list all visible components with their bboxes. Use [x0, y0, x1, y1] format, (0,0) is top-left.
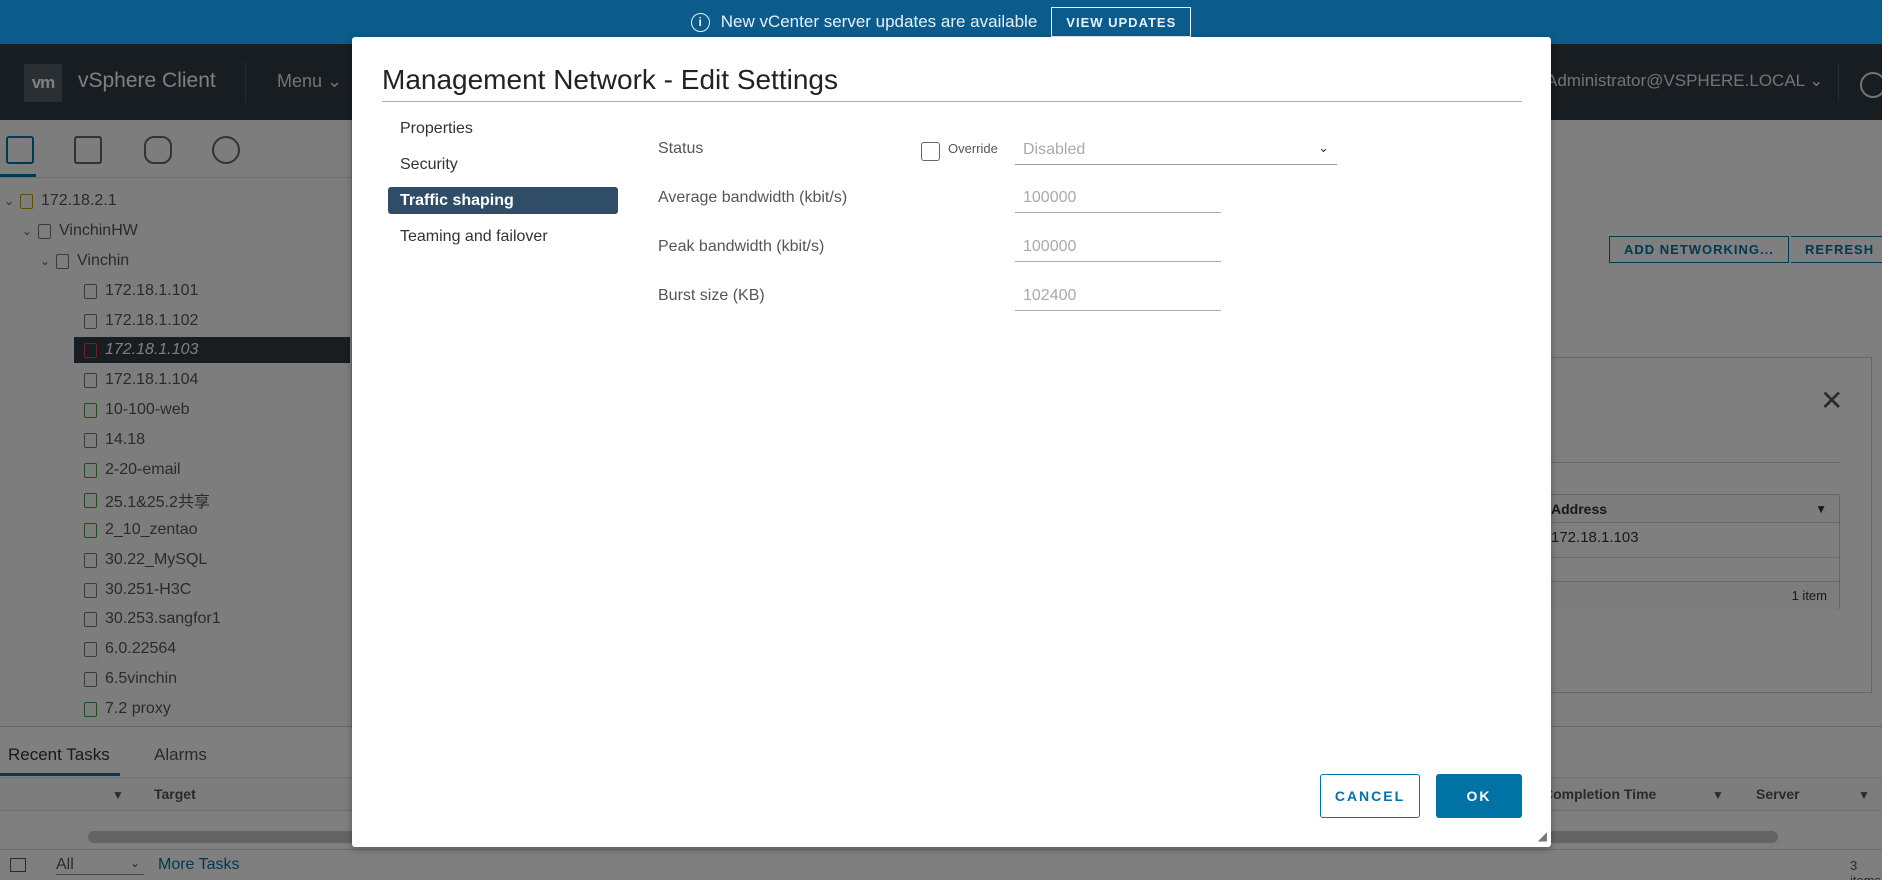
- status-select-value: Disabled: [1023, 140, 1086, 158]
- peak-bandwidth-input[interactable]: 100000: [1015, 232, 1221, 262]
- peak-bandwidth-label: Peak bandwidth (kbit/s): [658, 238, 825, 255]
- title-divider: [382, 101, 1522, 102]
- dialog-title: Management Network - Edit Settings: [382, 64, 838, 95]
- resize-handle-icon[interactable]: ◢: [1538, 829, 1547, 843]
- ok-button[interactable]: OK: [1436, 774, 1522, 818]
- chevron-down-icon: ⌄: [1318, 140, 1329, 155]
- override-label: Override: [948, 141, 998, 156]
- status-label: Status: [658, 140, 704, 157]
- nav-traffic-shaping[interactable]: Traffic shaping: [388, 187, 618, 214]
- edit-settings-dialog: Management Network - Edit Settings Prope…: [352, 37, 1551, 847]
- status-select[interactable]: Disabled ⌄: [1015, 135, 1337, 165]
- avg-bandwidth-label: Average bandwidth (kbit/s): [658, 189, 848, 206]
- view-updates-button[interactable]: VIEW UPDATES: [1051, 7, 1192, 37]
- override-checkbox[interactable]: [921, 142, 940, 161]
- burst-size-input[interactable]: 102400: [1015, 281, 1221, 311]
- nav-properties[interactable]: Properties: [388, 115, 618, 142]
- nav-teaming-failover[interactable]: Teaming and failover: [388, 223, 618, 250]
- banner-message: New vCenter server updates are available: [720, 12, 1038, 31]
- burst-size-label: Burst size (KB): [658, 287, 765, 304]
- avg-bandwidth-input[interactable]: 100000: [1015, 183, 1221, 213]
- info-icon: i: [690, 12, 710, 32]
- cancel-button[interactable]: CANCEL: [1320, 774, 1420, 818]
- nav-security[interactable]: Security: [388, 151, 618, 178]
